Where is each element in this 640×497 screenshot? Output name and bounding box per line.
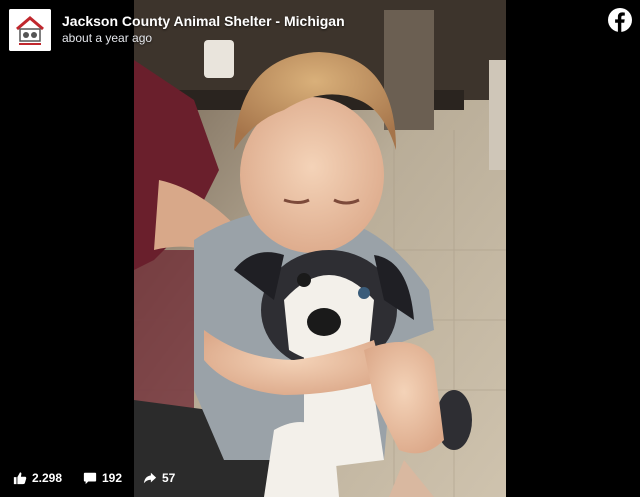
post-header: Jackson County Animal Shelter - Michigan… bbox=[0, 0, 640, 60]
post-stats-bar: 2.298 192 57 bbox=[0, 463, 640, 497]
thumbs-up-icon bbox=[13, 472, 27, 485]
likes-count: 2.298 bbox=[32, 471, 63, 485]
post-video[interactable] bbox=[134, 0, 506, 497]
shares-count: 57 bbox=[162, 471, 176, 485]
post-timestamp[interactable]: about a year ago bbox=[62, 31, 152, 45]
video-frame bbox=[134, 0, 506, 497]
comment-icon bbox=[83, 472, 97, 485]
facebook-icon[interactable] bbox=[608, 8, 632, 32]
shares-stat[interactable]: 57 bbox=[143, 471, 175, 485]
page-avatar[interactable] bbox=[9, 9, 51, 51]
likes-stat[interactable]: 2.298 bbox=[13, 471, 62, 485]
page-name[interactable]: Jackson County Animal Shelter - Michigan bbox=[62, 13, 345, 29]
comments-stat[interactable]: 192 bbox=[83, 471, 122, 485]
comments-count: 192 bbox=[102, 471, 123, 485]
share-icon bbox=[143, 472, 157, 484]
shelter-logo-icon bbox=[9, 9, 51, 51]
